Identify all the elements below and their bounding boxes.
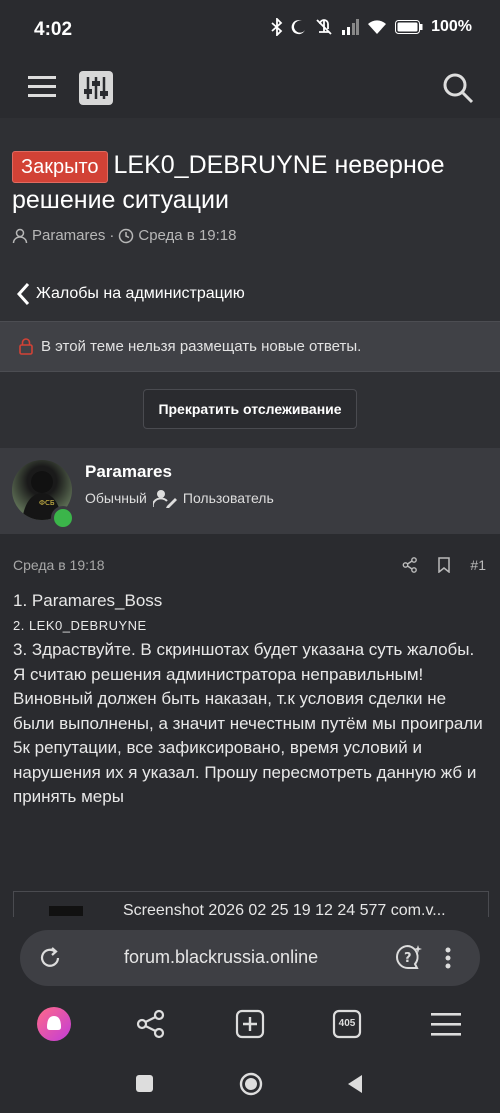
online-status-dot [51, 506, 75, 530]
post-line: 1. Paramares_Boss [13, 591, 163, 610]
mute-icon [316, 19, 332, 35]
post-user-role: Обычный Пользователь [85, 488, 274, 508]
post-date[interactable]: Среда в 19:18 [13, 557, 105, 573]
tabs-count: 405 [338, 1018, 356, 1029]
thread-title: Закрыто LEK0_DEBRUYNE неверное решение си… [12, 148, 482, 217]
user-role: Пользователь [182, 490, 274, 506]
back-icon[interactable] [346, 1074, 364, 1094]
home-icon[interactable] [239, 1072, 263, 1096]
status-time: 4:02 [34, 19, 73, 40]
browser-bottom-nav: 405 [0, 1001, 500, 1051]
moon-icon [291, 20, 306, 35]
share-icon[interactable] [402, 557, 418, 573]
clock-icon [119, 228, 134, 243]
thread-meta: Paramares · Среда в 19:18 [12, 227, 236, 244]
bookmark-icon[interactable] [438, 557, 451, 573]
app-bar [0, 58, 500, 118]
url-text[interactable]: forum.blackrussia.online [124, 947, 318, 968]
post-body: 1. Paramares_Boss 2. LEK0_DEBRUYNE 3. Зд… [13, 589, 483, 810]
system-navigation [0, 1051, 500, 1113]
post-username[interactable]: Paramares [85, 462, 172, 482]
user-rank: Обычный [85, 490, 147, 506]
breadcrumb-label: Жалобы на администрацию [36, 285, 245, 302]
battery-level: 100% [431, 18, 472, 35]
attachment-thumbnail [49, 906, 83, 916]
wifi-icon [368, 20, 387, 34]
unwatch-button[interactable]: Прекратить отслеживание [143, 389, 357, 429]
more-vertical-icon[interactable] [445, 947, 451, 969]
post-line: 3. Здраствуйте. В скриншотах будет указа… [13, 640, 475, 659]
post-line: 2. LEK0_DEBRUYNE [13, 617, 147, 633]
locked-notice-text: В этой теме нельзя размещать новые ответ… [41, 338, 362, 355]
svg-text:ФСБ: ФСБ [39, 499, 55, 507]
recents-icon[interactable] [136, 1075, 153, 1092]
user-edit-icon [152, 490, 177, 508]
status-icons: 100% [271, 18, 472, 36]
post-actions: #1 [402, 557, 486, 573]
hamburger-icon[interactable] [28, 76, 56, 98]
user-icon [12, 228, 28, 243]
hamburger-icon[interactable] [431, 1012, 461, 1036]
chevron-left-icon [16, 282, 30, 306]
equalizer-logo-icon[interactable] [79, 71, 113, 105]
post-line: Я считаю решения администратора неправил… [13, 664, 483, 807]
share-icon[interactable] [136, 1009, 166, 1039]
bluetooth-icon [271, 18, 283, 36]
svg-text:?: ? [404, 951, 412, 966]
breadcrumb[interactable]: Жалобы на администрацию [16, 282, 245, 306]
lock-icon [19, 338, 33, 355]
search-icon[interactable] [442, 72, 474, 104]
tabs-counter-icon[interactable]: 405 [332, 1009, 362, 1039]
thread-author[interactable]: Paramares [32, 227, 105, 244]
battery-icon [395, 20, 423, 34]
closed-badge: Закрыто [12, 151, 108, 183]
signal-icon [342, 19, 360, 35]
alice-assistant-icon[interactable] [37, 1007, 71, 1041]
new-tab-icon[interactable] [235, 1009, 265, 1039]
thread-date[interactable]: Среда в 19:18 [138, 227, 236, 244]
post-number[interactable]: #1 [470, 557, 486, 573]
reload-icon[interactable] [38, 946, 62, 970]
locked-notice: В этой теме нельзя размещать новые ответ… [0, 321, 500, 372]
status-bar: 4:02 100% [0, 0, 500, 58]
meta-separator: · [109, 227, 115, 244]
url-bar[interactable]: forum.blackrussia.online ? [20, 930, 480, 986]
assistant-icon[interactable]: ? [394, 943, 422, 971]
